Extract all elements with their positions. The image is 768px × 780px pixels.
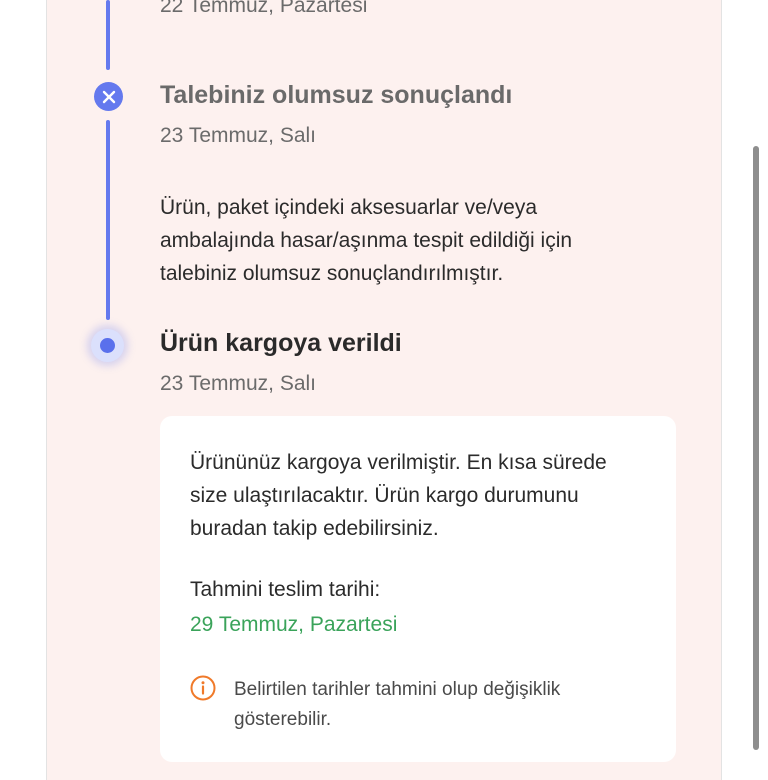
estimate-disclaimer: Belirtilen tarihler tahmini olup değişik… — [234, 675, 634, 735]
notice-line: Belirtilen tarihler tahmini olup değişik… — [234, 679, 561, 700]
estimated-delivery-date: 29 Temmuz, Pazartesi — [190, 613, 398, 636]
step-title-rejected: Talebiniz olumsuz sonuçlandı — [160, 81, 513, 109]
scrollbar[interactable] — [753, 146, 759, 750]
timeline-connector — [106, 0, 110, 70]
message-line: buradan takip edebilirsiniz. — [190, 517, 439, 540]
description-line: talebiniz olumsuz sonuçlandırılmıştır. — [160, 262, 504, 285]
shipping-message: Ürününüz kargoya verilmiştir. En kısa sü… — [190, 446, 640, 545]
previous-step-date: 22 Temmuz, Pazartesi — [160, 0, 368, 17]
message-line: Ürününüz kargoya verilmiştir. En kısa sü… — [190, 451, 607, 474]
notice-line: gösterebilir. — [234, 709, 332, 730]
timeline-connector — [106, 120, 110, 320]
info-icon — [190, 675, 216, 701]
message-line: size ulaştırılacaktır. Ürün kargo durumu… — [190, 484, 579, 507]
estimated-delivery-label: Tahmini teslim tarihi: — [190, 578, 381, 601]
step-title-shipped: Ürün kargoya verildi — [160, 329, 402, 357]
shipping-info-card: Ürününüz kargoya verilmiştir. En kısa sü… — [160, 416, 676, 762]
step-date-shipped: 23 Temmuz, Salı — [160, 372, 317, 395]
description-line: Ürün, paket içindeki aksesuarlar ve/veya — [160, 196, 538, 219]
close-icon — [94, 82, 123, 111]
step-date-rejected: 23 Temmuz, Salı — [160, 124, 317, 147]
current-step-dot-icon — [100, 338, 115, 353]
step-description-rejected: Ürün, paket içindeki aksesuarlar ve/veya… — [160, 191, 630, 290]
description-line: ambalajında hasar/aşınma tespit edildiği… — [160, 229, 573, 252]
